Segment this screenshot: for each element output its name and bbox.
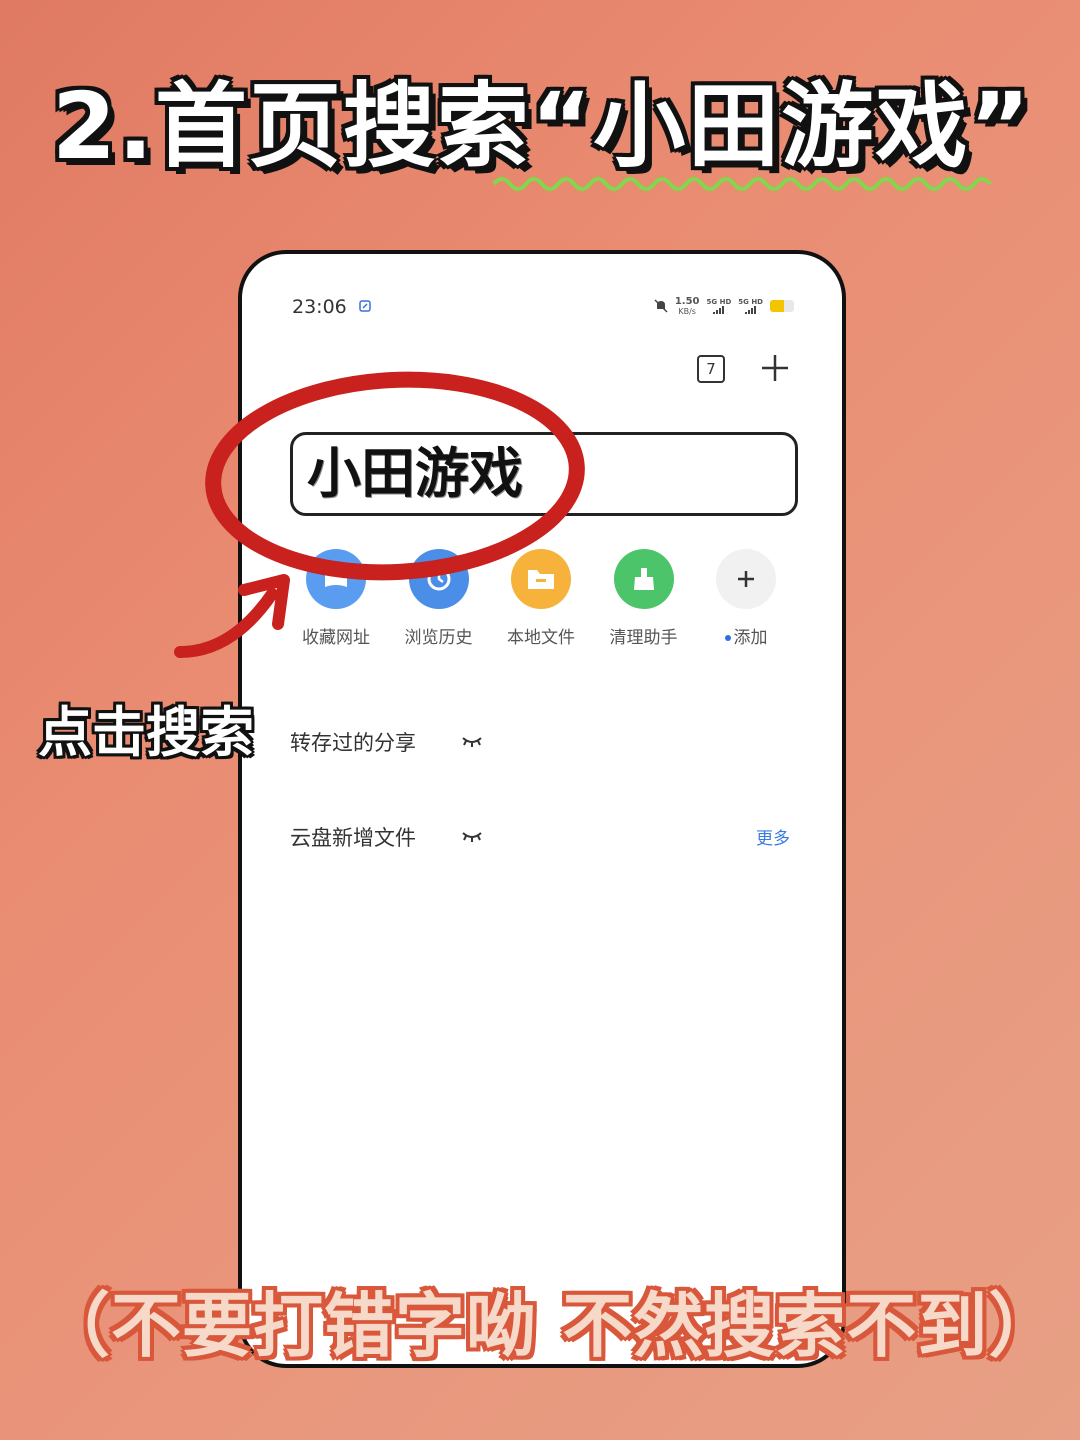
shortcut-cleaner[interactable]: 清理助手 (594, 549, 694, 648)
net-speed: 1.50 KB/s (674, 295, 700, 316)
shortcut-label: 清理助手 (609, 628, 678, 648)
tabs-count-button[interactable]: 7 (697, 355, 725, 383)
green-squiggle-underline (492, 177, 992, 191)
battery-level (770, 300, 785, 312)
shortcut-label: 收藏网址 (302, 628, 370, 648)
page-title: 2.首页搜索“小田游戏” (52, 73, 1032, 180)
edit-notification-icon (359, 300, 371, 312)
more-link[interactable]: 更多 (756, 824, 790, 849)
shortcut-label: 添加 (724, 623, 768, 648)
mute-bell-icon (654, 299, 668, 313)
sim2-label: 5G HD (738, 298, 763, 306)
eye-closed-icon[interactable] (461, 734, 483, 748)
shortcut-add[interactable]: 添加 (696, 549, 796, 648)
red-highlight-circle (205, 371, 585, 581)
new-dot-badge (724, 635, 731, 641)
net-speed-unit: KB/s (678, 306, 696, 316)
signal-bars-icon (713, 306, 725, 314)
eye-closed-icon[interactable] (461, 829, 483, 843)
red-arrow-icon (174, 574, 290, 658)
section-title-cloud-new-files: 云盘新增文件 (290, 826, 416, 850)
broom-icon (613, 549, 674, 609)
sim1-label: 5G HD (706, 298, 732, 306)
net-speed-value: 1.50 (674, 295, 700, 307)
shortcut-label: 浏览历史 (404, 628, 473, 648)
status-time: 23:06 (292, 296, 347, 318)
shortcut-label: 本地文件 (507, 628, 575, 648)
status-icons: 1.50 KB/s 5G HD 5G HD (654, 294, 794, 318)
section-title-saved-shares: 转存过的分享 (290, 731, 416, 755)
bottom-note: （不要打错字呦 不然搜索不到） (40, 1285, 1060, 1367)
battery-icon (770, 300, 794, 312)
signal-sim2: 5G HD (738, 298, 763, 314)
shortcut-add-label: 添加 (733, 628, 768, 648)
click-search-hint: 点击搜索 (38, 701, 254, 764)
plus-icon[interactable] (759, 352, 791, 384)
signal-sim1: 5G HD (706, 298, 732, 314)
signal-bars-icon (745, 306, 757, 314)
plus-icon (716, 549, 776, 609)
